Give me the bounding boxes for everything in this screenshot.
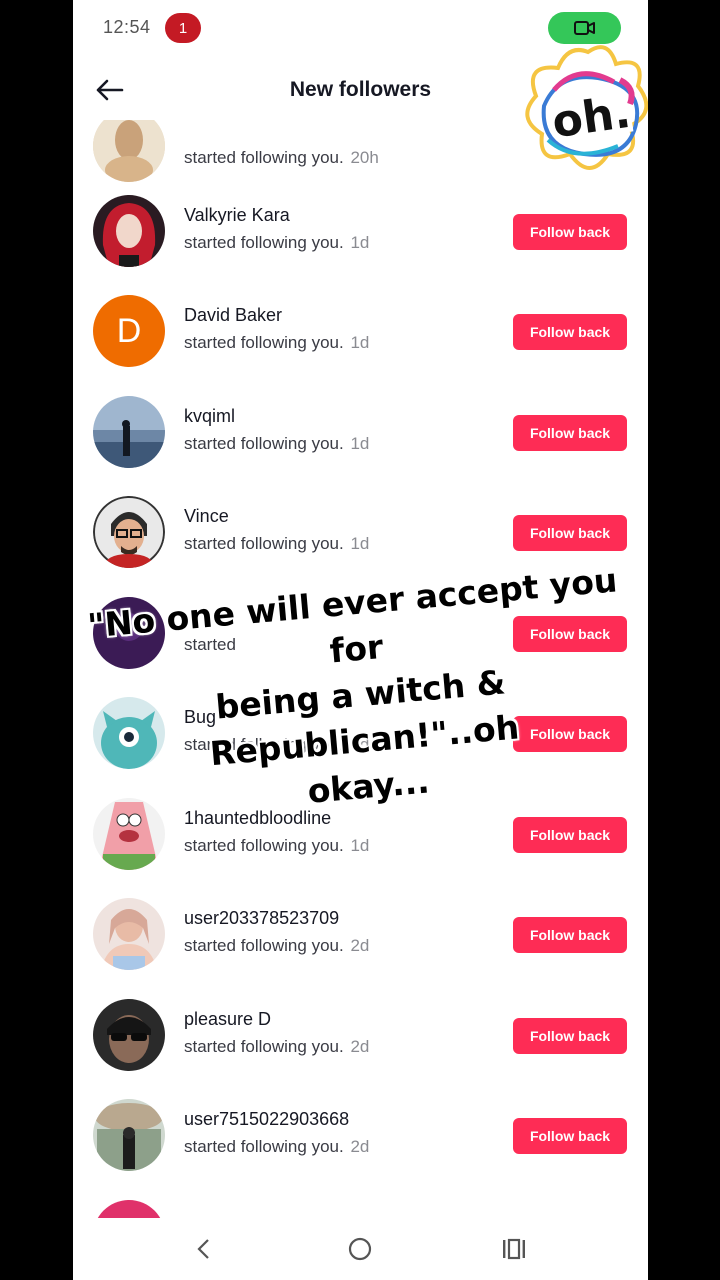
follow-back-button[interactable]: Follow back (513, 314, 627, 350)
follow-notice: started following you. 2d (184, 1137, 369, 1157)
avatar[interactable] (93, 396, 165, 468)
follow-notice-text: started following you. (184, 233, 344, 252)
list-item[interactable]: Valkyrie Kara started following you. 1d … (73, 181, 648, 281)
follow-notice: started following you. 1d (184, 434, 369, 454)
avatar[interactable] (93, 999, 165, 1071)
follow-back-button[interactable]: Follow back (513, 1118, 627, 1154)
follow-notice-text: started following you. (184, 936, 344, 955)
follow-notice-text: started following you. (184, 1137, 344, 1156)
follow-notice: started following you. 20h (184, 148, 379, 168)
timestamp: 1d (350, 233, 370, 252)
list-item[interactable] (73, 1186, 648, 1218)
follow-notice: started following you. 1d (184, 534, 369, 554)
avatar-image (93, 120, 165, 182)
avatar[interactable] (93, 1200, 165, 1218)
timestamp: 1d (350, 333, 370, 352)
oh-sticker: oh. oh. (518, 42, 648, 192)
list-item[interactable]: D David Baker started following you. 1d … (73, 281, 648, 381)
avatar[interactable] (93, 898, 165, 970)
follow-notice-text: started following you. (184, 148, 344, 167)
follow-notice-text: started following you. (184, 534, 344, 553)
avatar-image (93, 195, 165, 267)
username[interactable]: kvqiml (184, 406, 235, 427)
follow-notice-text: started following you. (184, 836, 344, 855)
nav-back-button[interactable] (189, 1234, 219, 1264)
sticker-graphic: oh. oh. (525, 45, 648, 170)
avatar[interactable] (93, 120, 165, 182)
avatar[interactable] (93, 1099, 165, 1171)
avatar-image (93, 1099, 165, 1171)
follow-back-button[interactable]: Follow back (513, 214, 627, 250)
screen-record-indicator[interactable] (548, 12, 621, 44)
timestamp: 2d (350, 1037, 370, 1056)
status-time: 12:54 (103, 17, 151, 37)
follow-notice: started following you. 1d (184, 836, 369, 856)
avatar[interactable] (93, 195, 165, 267)
avatar-image (93, 898, 165, 970)
avatar-letter: D (116, 311, 142, 350)
recents-icon (503, 1238, 525, 1260)
username[interactable]: user203378523709 (184, 908, 339, 929)
follow-notice-text: started following you. (184, 434, 344, 453)
follow-back-button[interactable]: Follow back (513, 817, 627, 853)
nav-recents-button[interactable] (499, 1234, 529, 1264)
follow-notice-text: started following you. (184, 333, 344, 352)
follow-back-button[interactable]: Follow back (513, 415, 627, 451)
list-item[interactable]: kvqiml started following you. 1d Follow … (73, 382, 648, 482)
follow-back-button[interactable]: Follow back (513, 917, 627, 953)
list-item[interactable]: user7515022903668 started following you.… (73, 1085, 648, 1185)
username[interactable]: Valkyrie Kara (184, 205, 290, 226)
circle-home-icon (348, 1237, 372, 1261)
sticker-text: oh. (549, 87, 634, 148)
username[interactable]: David Baker (184, 305, 282, 326)
timestamp: 2d (350, 936, 370, 955)
avatar-image (93, 496, 165, 568)
video-caption: "No one will ever accept you for being a… (73, 555, 648, 834)
timestamp: 1d (350, 434, 370, 453)
timestamp: 20h (350, 148, 379, 167)
avatar-image (93, 999, 165, 1071)
follow-back-button[interactable]: Follow back (513, 1018, 627, 1054)
follow-notice: started following you. 1d (184, 333, 369, 353)
follow-notice: started following you. 2d (184, 1037, 369, 1057)
avatar[interactable]: D (93, 295, 165, 367)
avatar[interactable] (93, 496, 165, 568)
timestamp: 2d (350, 1137, 370, 1156)
system-nav-bar (73, 1218, 648, 1280)
follow-back-button[interactable]: Follow back (513, 515, 627, 551)
video-camera-icon (573, 21, 595, 35)
username[interactable]: Vince (184, 506, 229, 527)
notification-badge: 1 (165, 13, 201, 43)
phone-screen: 12:54 1 New followers started following … (73, 0, 648, 1280)
nav-home-button[interactable] (345, 1234, 375, 1264)
avatar-image (93, 396, 165, 468)
timestamp: 1d (350, 836, 370, 855)
follow-notice: started following you. 2d (184, 936, 369, 956)
follow-notice-text: started following you. (184, 1037, 344, 1056)
follow-notice: started following you. 1d (184, 233, 369, 253)
list-item[interactable]: user203378523709 started following you. … (73, 884, 648, 984)
username[interactable]: pleasure D (184, 1009, 271, 1030)
username[interactable]: user7515022903668 (184, 1109, 349, 1130)
timestamp: 1d (350, 534, 370, 553)
chevron-left-icon (197, 1239, 209, 1259)
list-item[interactable]: pleasure D started following you. 2d Fol… (73, 985, 648, 1085)
